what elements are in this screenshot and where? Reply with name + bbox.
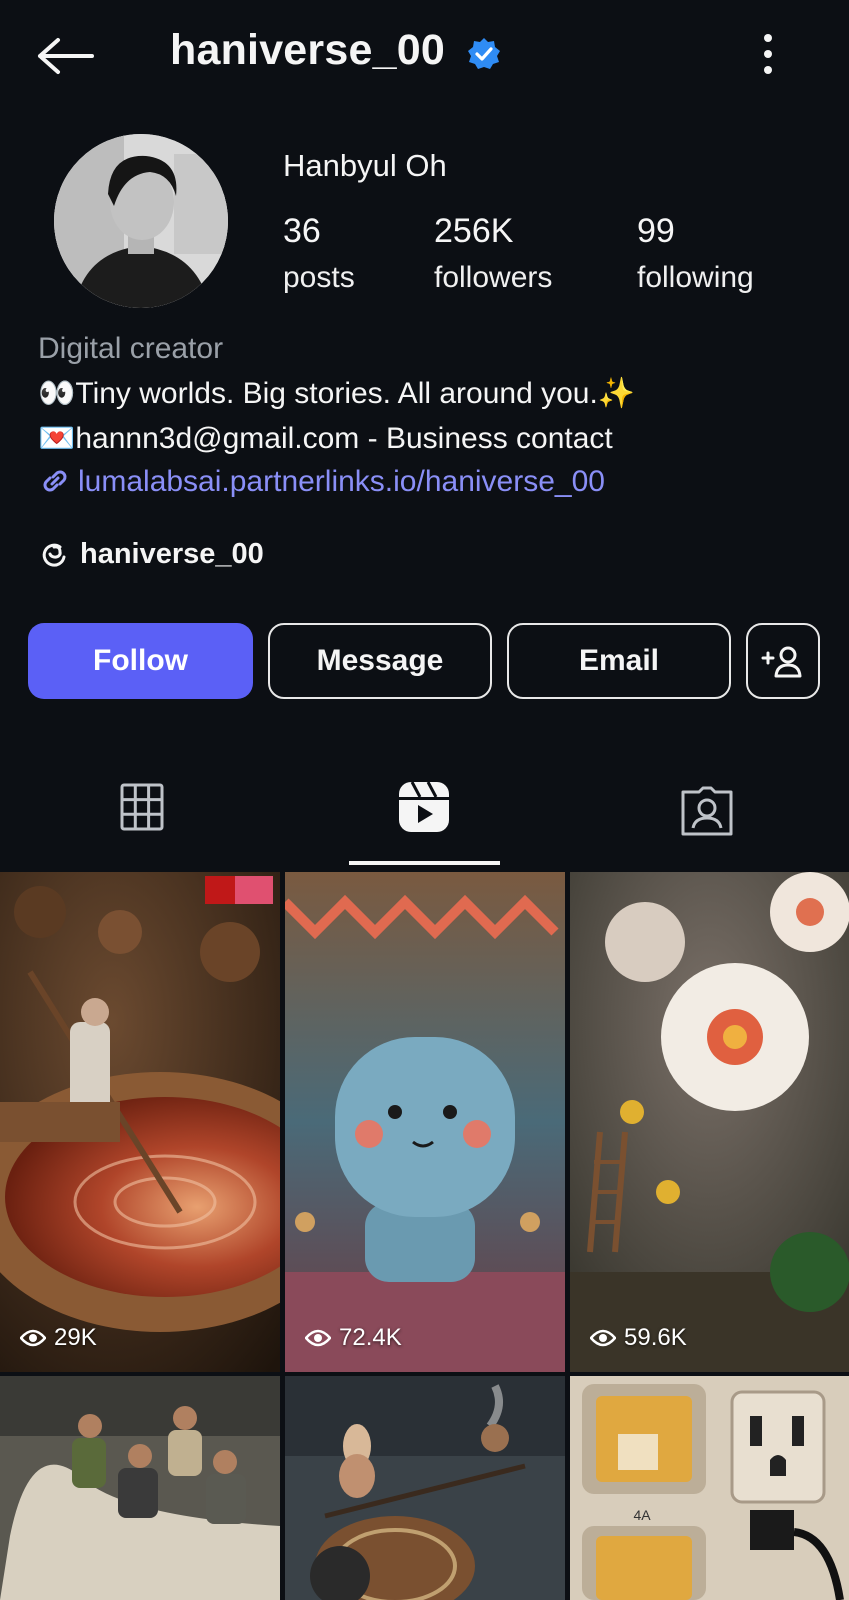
reels-icon[interactable] bbox=[398, 781, 450, 833]
reel-tile[interactable]: 29K bbox=[0, 872, 280, 1372]
bio-line: 👀Tiny worlds. Big stories. All around yo… bbox=[38, 377, 636, 410]
reel-thumbnail bbox=[285, 1376, 565, 1600]
message-button[interactable]: Message bbox=[268, 623, 492, 699]
followers-count[interactable]: 256K bbox=[434, 212, 513, 251]
tagged-icon[interactable] bbox=[681, 786, 733, 836]
link-icon bbox=[43, 470, 67, 492]
reel-tile[interactable]: 72.4K bbox=[285, 872, 565, 1372]
following-label[interactable]: following bbox=[637, 261, 754, 295]
reel-thumbnail bbox=[0, 872, 280, 1372]
reel-thumbnail bbox=[285, 872, 565, 1372]
reel-thumbnail bbox=[570, 872, 849, 1372]
add-person-icon bbox=[761, 646, 802, 678]
reel-thumbnail: 4A bbox=[570, 1376, 849, 1600]
posts-label: posts bbox=[283, 261, 355, 294]
back-arrow-icon[interactable] bbox=[36, 36, 96, 76]
active-tab-indicator bbox=[349, 861, 500, 865]
follow-button[interactable]: Follow bbox=[28, 623, 253, 699]
threads-handle[interactable]: haniverse_00 bbox=[80, 538, 264, 570]
more-options-icon[interactable] bbox=[760, 32, 776, 76]
reel-tile[interactable] bbox=[0, 1376, 280, 1600]
display-name: Hanbyul Oh bbox=[283, 148, 447, 183]
eye-icon bbox=[20, 1329, 46, 1347]
profile-link-text[interactable]: lumalabsai.partnerlinks.io/haniverse_00 bbox=[78, 465, 605, 498]
view-count: 72.4K bbox=[305, 1324, 402, 1352]
view-count: 59.6K bbox=[590, 1324, 687, 1352]
suggested-users-button[interactable] bbox=[746, 623, 820, 699]
bio-contact-line: 💌hannn3d@gmail.com - Business contact bbox=[38, 422, 613, 455]
verified-badge-icon bbox=[468, 38, 500, 69]
threads-icon bbox=[42, 543, 66, 567]
svg-text:4A: 4A bbox=[633, 1507, 651, 1523]
email-button[interactable]: Email bbox=[507, 623, 731, 699]
posts-count: 36 bbox=[283, 212, 321, 250]
avatar-photo bbox=[54, 134, 228, 308]
category-label: Digital creator bbox=[38, 332, 224, 365]
profile-link[interactable]: lumalabsai.partnerlinks.io/haniverse_00 bbox=[38, 465, 605, 499]
grid-icon[interactable] bbox=[120, 783, 164, 831]
avatar[interactable] bbox=[54, 134, 228, 308]
reel-tile[interactable]: 59.6K bbox=[570, 872, 849, 1372]
following-count[interactable]: 99 bbox=[637, 212, 675, 251]
reel-thumbnail bbox=[0, 1376, 280, 1600]
view-count: 29K bbox=[20, 1324, 97, 1352]
page-title-username: haniverse_00 bbox=[170, 26, 445, 74]
followers-label[interactable]: followers bbox=[434, 261, 552, 295]
threads-badge[interactable]: haniverse_00 bbox=[38, 537, 264, 571]
reel-tile[interactable]: 4A bbox=[570, 1376, 849, 1600]
eye-icon bbox=[305, 1329, 331, 1347]
eye-icon bbox=[590, 1329, 616, 1347]
reel-tile[interactable] bbox=[285, 1376, 565, 1600]
